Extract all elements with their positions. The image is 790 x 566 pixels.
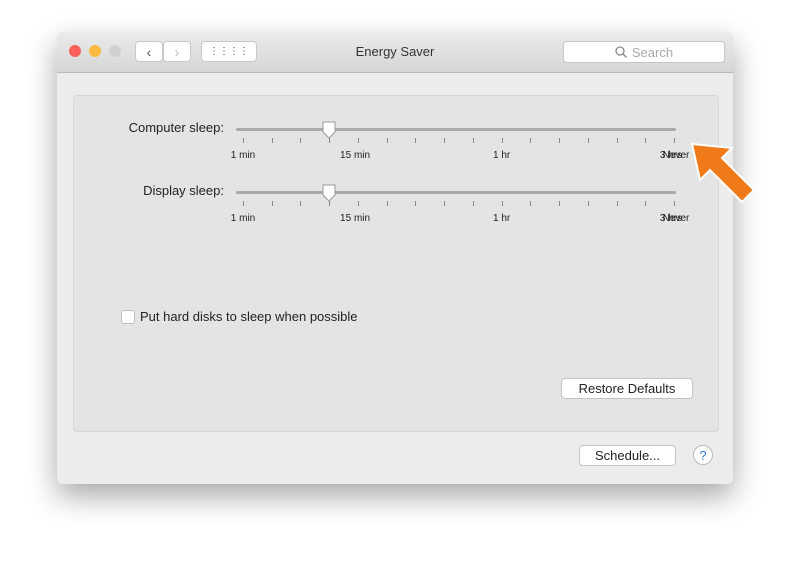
slider-tick [616, 138, 618, 143]
tick-label: Never [662, 213, 690, 224]
schedule-button[interactable]: Schedule... [579, 445, 676, 466]
tick-label: Never [662, 150, 690, 161]
slider-tick [587, 201, 589, 206]
tick-label: 15 min [340, 213, 371, 224]
slider-tick [616, 201, 618, 206]
slider-tick [271, 138, 273, 143]
slider-tick [300, 201, 302, 206]
slider-thumb[interactable] [321, 184, 337, 202]
slider-tick [472, 138, 474, 143]
slider-tick [300, 138, 302, 143]
annotation-arrow-icon [690, 142, 756, 204]
slider-tick [386, 138, 388, 143]
title-bar: ‹ › ⋮⋮⋮⋮ Energy Saver Search [57, 32, 733, 73]
hard-disk-sleep-label: Put hard disks to sleep when possible [140, 309, 358, 324]
help-button[interactable]: ? [693, 445, 713, 465]
slider-tick [645, 201, 647, 206]
slider-tick [530, 201, 532, 206]
tick-label: 1 hr [492, 150, 511, 161]
slider-tick [530, 138, 532, 143]
slider-tick [357, 138, 359, 143]
slider-tick [645, 138, 647, 143]
slider-tick [472, 201, 474, 206]
slider-tick [501, 201, 503, 206]
slider-tick [444, 201, 446, 206]
slider-tick [357, 201, 359, 206]
settings-panel: Computer sleep: 1 min 15 min 1 hr 3 hrs Neve… [73, 95, 719, 432]
slider-track[interactable] [236, 191, 676, 194]
slider-tick [587, 138, 589, 143]
slider-tick [674, 138, 675, 143]
slider-tick [243, 201, 244, 206]
search-icon [615, 46, 627, 58]
slider-label: Computer sleep: [128, 120, 224, 135]
slider-tick [674, 201, 675, 206]
search-placeholder: Search [631, 44, 674, 60]
slider-tick [415, 201, 417, 206]
slider-tick [559, 138, 561, 143]
slider-tick [415, 138, 417, 143]
slider-tick [243, 138, 244, 143]
tick-label: 1 hr [492, 213, 511, 224]
slider-thumb[interactable] [321, 121, 337, 139]
slider-tick [501, 138, 503, 143]
tick-label: 1 min [230, 213, 256, 224]
slider-tick [444, 138, 446, 143]
tick-label: 15 min [340, 150, 371, 161]
slider-track[interactable] [236, 128, 676, 131]
slider-label: Display sleep: [143, 183, 224, 198]
slider-tick [271, 201, 273, 206]
slider-tick [559, 201, 561, 206]
restore-defaults-button[interactable]: Restore Defaults [561, 378, 693, 399]
slider-tick [386, 201, 388, 206]
search-input[interactable]: Search [563, 41, 725, 63]
tick-label: 1 min [230, 150, 256, 161]
energy-saver-window: ‹ › ⋮⋮⋮⋮ Energy Saver Search Computer sl… [57, 32, 733, 484]
